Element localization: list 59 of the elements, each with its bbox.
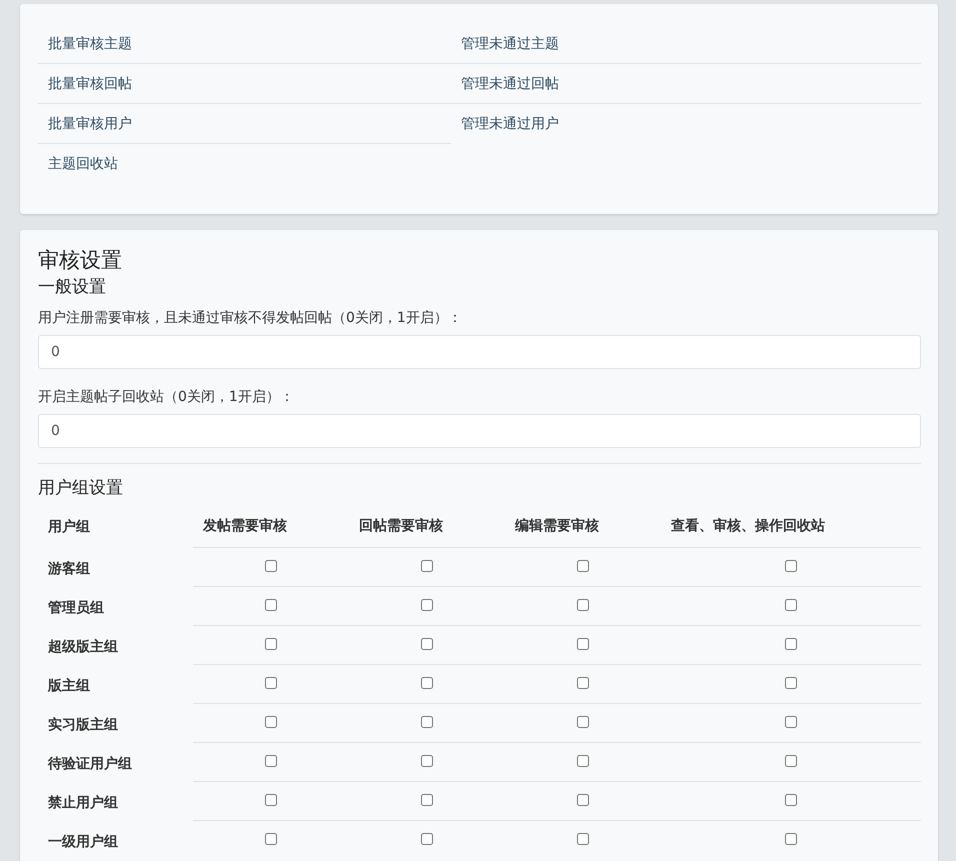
group-name: 实习版主组 — [38, 704, 193, 743]
group-name: 一级用户组 — [38, 820, 193, 860]
checkbox[interactable] — [421, 716, 433, 728]
column-header: 回帖需要审核 — [349, 506, 505, 548]
checkbox[interactable] — [577, 716, 589, 728]
checkbox[interactable] — [785, 716, 797, 728]
group-name: 超级版主组 — [38, 626, 193, 665]
column-header: 发帖需要审核 — [193, 506, 349, 548]
menu-link[interactable]: 管理未通过主题 — [451, 24, 921, 64]
checkbox[interactable] — [785, 599, 797, 612]
menu-link[interactable]: 主题回收站 — [38, 144, 451, 184]
checkbox[interactable] — [421, 599, 433, 612]
group-name: 版主组 — [38, 664, 193, 704]
menu-link[interactable]: 批量审核回帖 — [38, 64, 451, 104]
section-title: 用户组设置 — [38, 478, 124, 498]
checkbox[interactable] — [265, 599, 277, 612]
checkbox[interactable] — [265, 794, 277, 806]
settings-title: 审核设置 — [38, 247, 123, 274]
checkbox[interactable] — [421, 755, 433, 768]
checkbox[interactable] — [265, 677, 277, 690]
checkbox[interactable] — [265, 638, 277, 650]
group-name: 禁止用户组 — [38, 782, 193, 821]
group-name: 管理员组 — [38, 586, 193, 626]
menu-link[interactable]: 管理未通过回帖 — [451, 64, 921, 104]
checkbox[interactable] — [421, 833, 433, 846]
checkbox[interactable] — [265, 833, 277, 846]
checkbox[interactable] — [265, 560, 277, 572]
checkbox[interactable] — [265, 716, 277, 728]
checkbox[interactable] — [577, 833, 589, 846]
checkbox[interactable] — [577, 560, 589, 572]
checkbox[interactable] — [577, 638, 589, 650]
menu-link[interactable]: 批量审核用户 — [38, 104, 451, 144]
checkbox[interactable] — [785, 638, 797, 650]
checkbox[interactable] — [785, 794, 797, 806]
column-header: 查看、审核、操作回收站 — [661, 506, 921, 548]
input-field[interactable]: 0 — [38, 335, 921, 369]
checkbox[interactable] — [785, 755, 797, 768]
checkbox[interactable] — [265, 755, 277, 768]
menu-link[interactable]: 批量审核主题 — [38, 24, 451, 64]
checkbox[interactable] — [577, 599, 589, 612]
checkbox[interactable] — [577, 677, 589, 690]
section-title: 一般设置 — [38, 276, 107, 299]
checkbox[interactable] — [577, 755, 589, 768]
checkbox[interactable] — [785, 560, 797, 572]
field-label: 用户注册需要审核，且未通过审核不得发帖回帖（0关闭，1开启）： — [38, 309, 463, 328]
field-label: 开启主题帖子回收站（0关闭，1开启）： — [38, 388, 295, 407]
group-name: 游客组 — [38, 548, 193, 587]
checkbox[interactable] — [785, 677, 797, 690]
checkbox[interactable] — [421, 560, 433, 572]
checkbox[interactable] — [785, 833, 797, 846]
checkbox[interactable] — [421, 677, 433, 690]
group-name: 待验证用户组 — [38, 742, 193, 782]
menu-link[interactable]: 管理未通过用户 — [451, 104, 921, 144]
column-header: 编辑需要审核 — [505, 506, 661, 548]
column-header: 用户组 — [38, 506, 193, 548]
checkbox[interactable] — [577, 794, 589, 806]
checkbox[interactable] — [421, 794, 433, 806]
input-field[interactable]: 0 — [38, 414, 921, 448]
checkbox[interactable] — [421, 638, 433, 650]
